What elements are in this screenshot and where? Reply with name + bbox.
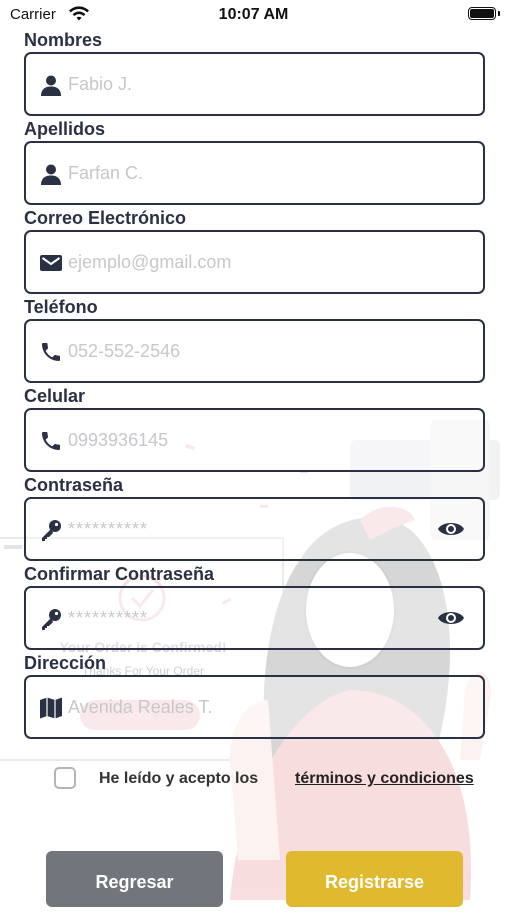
celular-input[interactable]: 0993936145	[68, 428, 168, 452]
contrasena-input[interactable]: **********	[68, 517, 148, 541]
eye-icon[interactable]	[437, 606, 465, 630]
celular-field[interactable]: 0993936145	[24, 408, 485, 472]
direccion-input[interactable]: Avenida Reales T.	[68, 695, 212, 719]
terms-checkbox[interactable]	[54, 767, 76, 789]
nombres-field[interactable]: Fabio J.	[24, 52, 485, 116]
label-contrasena: Contraseña	[24, 475, 124, 495]
label-confirmar-contrasena: Confirmar Contraseña	[24, 564, 215, 584]
label-telefono: Teléfono	[24, 297, 98, 317]
status-bar: Carrier 10:07 AM	[0, 0, 507, 30]
person-icon	[41, 75, 61, 96]
label-apellidos: Apellidos	[24, 119, 106, 139]
telefono-field[interactable]: 052-552-2546	[24, 319, 485, 383]
correo-field[interactable]: ejemplo@gmail.com	[24, 230, 485, 294]
confirmar-contrasena-field[interactable]: **********	[24, 586, 485, 650]
correo-input[interactable]: ejemplo@gmail.com	[68, 250, 231, 274]
register-button[interactable]: Registrarse	[286, 851, 463, 907]
apellidos-input[interactable]: Farfan C.	[68, 161, 143, 185]
terms-text: He leído y acepto los	[99, 770, 259, 787]
mail-icon	[40, 255, 62, 271]
key-icon	[42, 609, 61, 630]
map-icon	[40, 697, 62, 719]
telefono-input[interactable]: 052-552-2546	[68, 339, 180, 363]
back-button[interactable]: Regresar	[46, 851, 223, 907]
phone-icon	[42, 432, 60, 450]
label-celular: Celular	[24, 386, 86, 406]
contrasena-field[interactable]: **********	[24, 497, 485, 561]
key-icon	[42, 520, 61, 541]
label-direccion: Dirección	[24, 653, 107, 673]
person-icon	[41, 164, 61, 185]
phone-icon	[42, 343, 60, 361]
apellidos-field[interactable]: Farfan C.	[24, 141, 485, 205]
terms-link[interactable]: términos y condiciones	[295, 770, 474, 788]
battery-icon	[468, 7, 496, 20]
clock: 10:07 AM	[218, 6, 289, 23]
eye-icon[interactable]	[437, 517, 465, 541]
label-correo: Correo Electrónico	[24, 208, 187, 228]
nombres-input[interactable]: Fabio J.	[68, 72, 132, 96]
confirmar-contrasena-input[interactable]: **********	[68, 606, 148, 630]
label-nombres: Nombres	[24, 30, 103, 50]
direccion-field[interactable]: Avenida Reales T.	[24, 675, 485, 739]
